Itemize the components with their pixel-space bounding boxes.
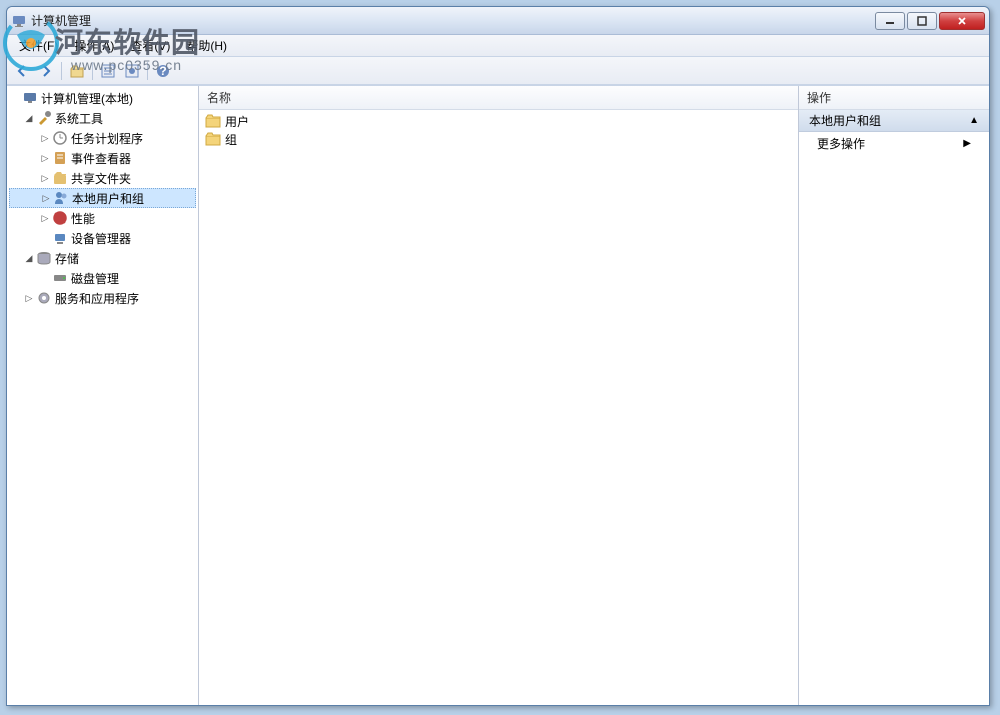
refresh-button[interactable] [121, 60, 143, 82]
tree-label: 系统工具 [55, 110, 103, 127]
tree-toggle-icon[interactable]: ▷ [23, 292, 35, 304]
tree-disk-management[interactable]: ▷ 磁盘管理 [9, 268, 196, 288]
close-button[interactable] [939, 12, 985, 30]
action-panel: 操作 本地用户和组 ▲ 更多操作 ▶ [799, 86, 989, 705]
menu-view[interactable]: 查看(V) [122, 35, 178, 56]
tree-local-users-groups[interactable]: ▷ 本地用户和组 [9, 188, 196, 208]
tree-services-apps[interactable]: ▷ 服务和应用程序 [9, 288, 196, 308]
device-icon [52, 230, 68, 246]
window-title: 计算机管理 [31, 12, 875, 29]
tree-device-manager[interactable]: ▷ 设备管理器 [9, 228, 196, 248]
list-item-label: 组 [225, 131, 237, 148]
toolbar: ? [7, 57, 989, 85]
list-item-label: 用户 [225, 113, 249, 130]
folder-icon [205, 132, 221, 146]
tree-label: 性能 [71, 210, 95, 227]
menu-action[interactable]: 操作(A) [66, 35, 122, 56]
computer-icon [22, 90, 38, 106]
tree-task-scheduler[interactable]: ▷ 任务计划程序 [9, 128, 196, 148]
storage-icon [36, 250, 52, 266]
action-section-label: 本地用户和组 [809, 112, 881, 129]
tree-label: 设备管理器 [71, 230, 131, 247]
chevron-right-icon: ▶ [963, 138, 971, 149]
toolbar-separator [61, 62, 62, 80]
event-icon [52, 150, 68, 166]
list-header[interactable]: 名称 [199, 86, 798, 110]
tree-root[interactable]: ▷ 计算机管理(本地) [9, 88, 196, 108]
properties-button[interactable] [97, 60, 119, 82]
tree-toggle-icon[interactable]: ▷ [39, 132, 51, 144]
tree-label: 本地用户和组 [72, 190, 144, 207]
action-item-label: 更多操作 [817, 135, 865, 152]
maximize-button[interactable] [907, 12, 937, 30]
tree-label: 磁盘管理 [71, 270, 119, 287]
tree-toggle-icon[interactable]: ▷ [40, 192, 52, 204]
action-section[interactable]: 本地用户和组 ▲ [799, 110, 989, 132]
tree-system-tools[interactable]: ◢ 系统工具 [9, 108, 196, 128]
clock-icon [52, 130, 68, 146]
tree-panel[interactable]: ▷ 计算机管理(本地) ◢ 系统工具 ▷ 任务计划程序 ▷ 事件查看器 ▷ [7, 86, 199, 705]
tree-performance[interactable]: ▷ 性能 [9, 208, 196, 228]
help-button[interactable]: ? [152, 60, 174, 82]
share-icon [52, 170, 68, 186]
tree-label: 任务计划程序 [71, 130, 143, 147]
folder-icon [205, 114, 221, 128]
up-button[interactable] [66, 60, 88, 82]
toolbar-separator [92, 62, 93, 80]
toolbar-separator [147, 62, 148, 80]
tree-shared-folders[interactable]: ▷ 共享文件夹 [9, 168, 196, 188]
tools-icon [36, 110, 52, 126]
column-name[interactable]: 名称 [207, 89, 231, 106]
content-area: ▷ 计算机管理(本地) ◢ 系统工具 ▷ 任务计划程序 ▷ 事件查看器 ▷ [7, 85, 989, 705]
list-item-groups[interactable]: 组 [201, 130, 796, 148]
tree-toggle-icon[interactable]: ▷ [39, 212, 51, 224]
tree-storage[interactable]: ◢ 存储 [9, 248, 196, 268]
window-controls [875, 12, 985, 30]
tree-label: 共享文件夹 [71, 170, 131, 187]
tree-toggle-icon[interactable]: ▷ [39, 172, 51, 184]
tree-label: 存储 [55, 250, 79, 267]
action-more[interactable]: 更多操作 ▶ [799, 132, 989, 154]
users-icon [53, 190, 69, 206]
titlebar[interactable]: 计算机管理 [7, 7, 989, 35]
disk-icon [52, 270, 68, 286]
app-window: 计算机管理 文件(F) 操作(A) 查看(V) 帮助(H) ? ▷ 计算机管理(… [6, 6, 990, 706]
tree-label: 事件查看器 [71, 150, 131, 167]
tree-toggle-icon[interactable]: ▷ [39, 152, 51, 164]
menu-help[interactable]: 帮助(H) [178, 35, 235, 56]
list-item-users[interactable]: 用户 [201, 112, 796, 130]
main-list[interactable]: 用户 组 [199, 110, 798, 705]
menubar: 文件(F) 操作(A) 查看(V) 帮助(H) [7, 35, 989, 57]
forward-button[interactable] [35, 60, 57, 82]
services-icon [36, 290, 52, 306]
minimize-button[interactable] [875, 12, 905, 30]
action-header: 操作 [799, 86, 989, 110]
collapse-icon: ▲ [969, 115, 979, 126]
menu-file[interactable]: 文件(F) [11, 35, 66, 56]
svg-text:?: ? [159, 64, 166, 78]
tree-event-viewer[interactable]: ▷ 事件查看器 [9, 148, 196, 168]
main-panel: 名称 用户 组 [199, 86, 799, 705]
tree-toggle-icon[interactable]: ◢ [23, 252, 35, 264]
performance-icon [52, 210, 68, 226]
back-button[interactable] [11, 60, 33, 82]
tree-label: 服务和应用程序 [55, 290, 139, 307]
tree-label: 计算机管理(本地) [41, 90, 133, 107]
app-icon [11, 13, 27, 29]
tree-toggle-icon[interactable]: ◢ [23, 112, 35, 124]
